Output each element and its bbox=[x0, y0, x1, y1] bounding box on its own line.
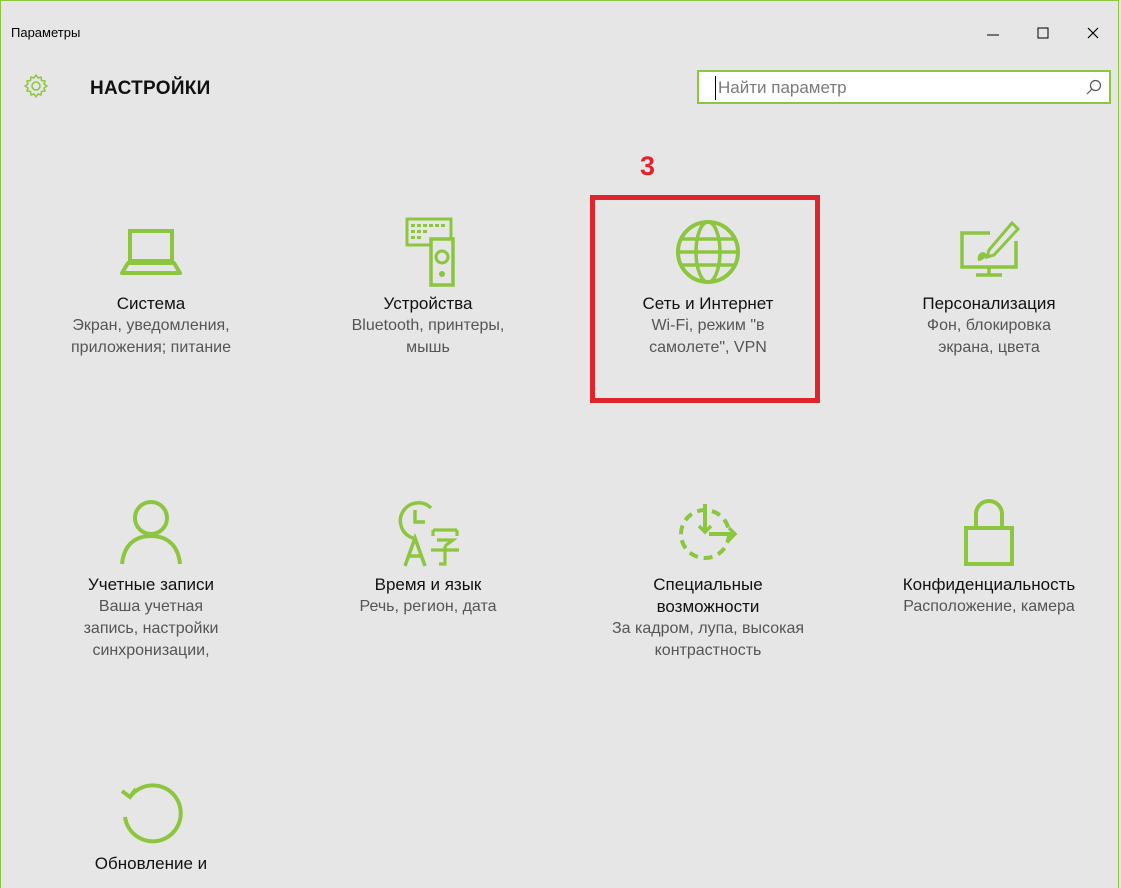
title-bar: Параметры bbox=[1, 1, 1118, 63]
settings-header: НАСТРОЙКИ bbox=[1, 63, 1118, 119]
tile-title: Система bbox=[116, 294, 186, 313]
tile-title: Устройства bbox=[383, 294, 473, 313]
annotation-highlight-box bbox=[590, 195, 820, 403]
person-icon bbox=[120, 500, 182, 565]
tile-title: Специальные возможности bbox=[653, 575, 763, 616]
minimize-button[interactable] bbox=[968, 13, 1018, 53]
search-icon[interactable] bbox=[1085, 78, 1103, 96]
tile-update[interactable]: Обновление и bbox=[36, 777, 266, 875]
page-title: НАСТРОЙКИ bbox=[90, 78, 211, 99]
search-input[interactable] bbox=[715, 76, 1080, 100]
annotation-step-number: 3 bbox=[640, 151, 656, 181]
update-icon bbox=[120, 783, 183, 844]
tile-description: Bluetooth, принтеры, мышь bbox=[351, 317, 505, 356]
tile-devices[interactable]: Устройства Bluetooth, принтеры, мышь bbox=[313, 217, 543, 359]
tile-title: Время и язык bbox=[374, 575, 482, 594]
tile-title: Учетные записи bbox=[87, 575, 215, 594]
window-controls bbox=[968, 13, 1118, 53]
tile-description: Экран, уведомления, приложения; питание bbox=[71, 317, 231, 356]
time-language-icon bbox=[398, 501, 459, 567]
tile-description: Расположение, камера bbox=[903, 598, 1075, 615]
tile-description: Фон, блокировка экрана, цвета bbox=[926, 317, 1052, 356]
devices-icon bbox=[405, 217, 455, 287]
tile-time-language[interactable]: Время и язык Речь, регион, дата bbox=[313, 498, 543, 618]
tile-description: Ваша учетная запись, настройки синхрониз… bbox=[83, 598, 219, 659]
close-button[interactable] bbox=[1068, 13, 1118, 53]
tile-title: Персонализация bbox=[922, 294, 1056, 313]
window-title: Параметры bbox=[11, 25, 81, 40]
laptop-icon bbox=[120, 229, 182, 275]
settings-window: Параметры НАСТРОЙКИ Найти параметр Систе… bbox=[0, 0, 1119, 888]
tile-description: За кадром, лупа, высокая контрастность bbox=[611, 620, 805, 659]
gear-icon bbox=[24, 74, 48, 98]
tile-system[interactable]: Система Экран, уведомления, приложения; … bbox=[36, 217, 266, 359]
tile-title: Конфиденциальность bbox=[902, 575, 1076, 594]
personalization-icon bbox=[960, 220, 1021, 277]
tile-accounts[interactable]: Учетные записи Ваша учетная запись, наст… bbox=[36, 498, 266, 662]
maximize-icon bbox=[1037, 27, 1049, 39]
tile-privacy[interactable]: Конфиденциальность Расположение, камера bbox=[874, 498, 1104, 618]
lock-icon bbox=[964, 499, 1014, 566]
tile-description: Речь, регион, дата bbox=[359, 598, 497, 615]
minimize-icon bbox=[987, 34, 999, 36]
maximize-button[interactable] bbox=[1018, 13, 1068, 53]
search-box[interactable] bbox=[697, 70, 1111, 104]
close-icon bbox=[1087, 27, 1099, 39]
tile-accessibility[interactable]: Специальные возможности За кадром, лупа,… bbox=[593, 498, 823, 662]
tile-title: Обновление и bbox=[94, 854, 208, 873]
accessibility-icon bbox=[679, 504, 738, 560]
tile-personalization[interactable]: Персонализация Фон, блокировка экрана, ц… bbox=[874, 217, 1104, 359]
